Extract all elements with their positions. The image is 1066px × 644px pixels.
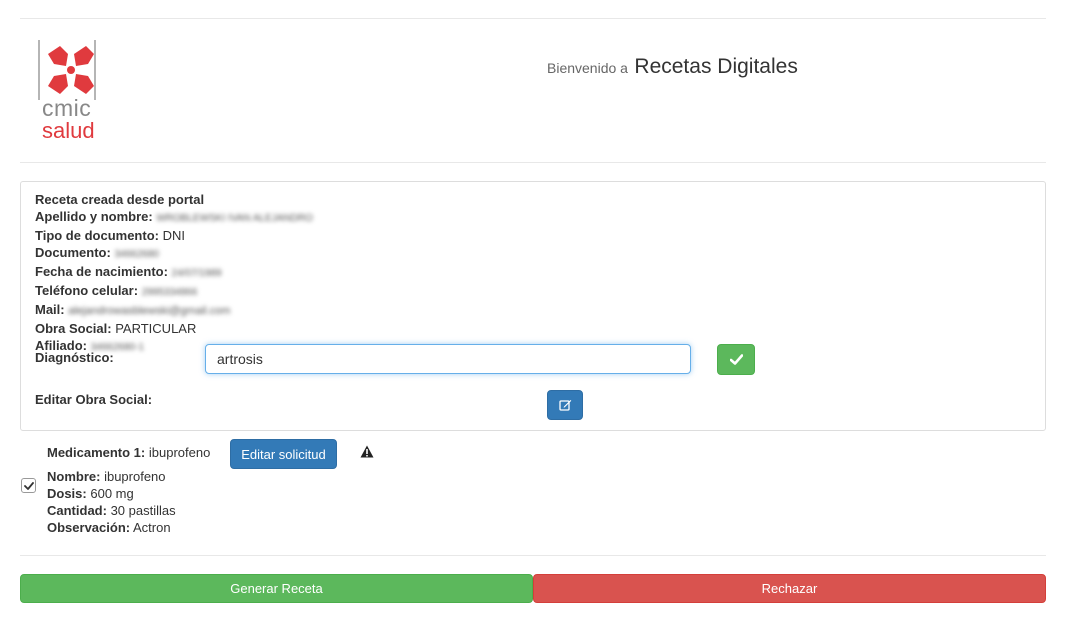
detail-label: Dosis: bbox=[47, 486, 87, 501]
patient-panel: Receta creada desde portal Apellido y no… bbox=[20, 181, 1046, 431]
cmic-salud-logo: cmic salud bbox=[38, 40, 120, 142]
field-value: PARTICULAR bbox=[115, 321, 197, 336]
top-divider bbox=[20, 18, 1046, 19]
field-label: Tipo de documento: bbox=[35, 228, 159, 243]
check-icon bbox=[729, 354, 743, 365]
field-label: Apellido y nombre: bbox=[35, 209, 153, 224]
medication-checkbox[interactable] bbox=[21, 478, 36, 493]
field-label: Obra Social: bbox=[35, 321, 112, 336]
edit-obra-social-button[interactable] bbox=[547, 390, 583, 420]
detail-label: Cantidad: bbox=[47, 503, 107, 518]
mail-row: Mail: alejandrowasblewski@gmail.com bbox=[35, 301, 313, 320]
checkmark-icon bbox=[23, 481, 34, 490]
origin-label: Receta creada desde portal bbox=[35, 192, 205, 207]
detail-label: Observación: bbox=[47, 520, 131, 535]
doc-type-row: Tipo de documento: DNI bbox=[35, 227, 313, 244]
medication-header: Medicamento 1: ibuprofeno bbox=[47, 445, 210, 460]
diagnosis-input[interactable] bbox=[205, 344, 691, 374]
field-label: Teléfono celular: bbox=[35, 283, 139, 298]
detail-value: Actron bbox=[133, 520, 171, 535]
edit-request-button[interactable]: Editar solicitud bbox=[230, 439, 337, 469]
generate-prescription-button[interactable]: Generar Receta bbox=[20, 574, 533, 603]
header-divider bbox=[20, 162, 1046, 163]
detail-label: Nombre: bbox=[47, 469, 101, 484]
app-title: Recetas Digitales bbox=[634, 55, 798, 78]
field-value: DNI bbox=[162, 228, 185, 243]
medication-header-label: Medicamento 1: bbox=[47, 445, 146, 460]
document-row: Documento: 34662680 bbox=[35, 244, 313, 263]
phone-row: Teléfono celular: 2995334866 bbox=[35, 282, 313, 301]
medication-dose-row: Dosis: 600 mg bbox=[47, 486, 134, 501]
welcome-prefix: Bienvenido a bbox=[547, 60, 628, 76]
field-label: Mail: bbox=[35, 302, 65, 317]
welcome-heading: Bienvenido a Recetas Digitales bbox=[547, 55, 798, 79]
obra-social-row: Obra Social: PARTICULAR bbox=[35, 320, 313, 337]
edit-obra-social-label: Editar Obra Social: bbox=[35, 392, 153, 407]
field-value: 2995334866 bbox=[141, 287, 198, 298]
medication-header-value: ibuprofeno bbox=[148, 445, 211, 460]
patient-info: Receta creada desde portal Apellido y no… bbox=[35, 191, 313, 356]
logo-text-cmic: cmic bbox=[42, 95, 92, 121]
detail-value: ibuprofeno bbox=[104, 469, 166, 484]
detail-value: 30 pastillas bbox=[110, 503, 176, 518]
logo-text-salud: salud bbox=[42, 118, 95, 143]
medication-name-row: Nombre: ibuprofeno bbox=[47, 469, 166, 484]
field-value: 34662680 bbox=[114, 249, 159, 260]
logo-flower-icon bbox=[48, 46, 94, 94]
edit-icon bbox=[558, 400, 571, 411]
field-value: 24/07/1989 bbox=[171, 268, 222, 279]
confirm-diagnosis-button[interactable] bbox=[717, 344, 755, 375]
diagnosis-label: Diagnóstico: bbox=[35, 350, 114, 365]
field-label: Fecha de nacimiento: bbox=[35, 264, 168, 279]
field-value: alejandrowasblewski@gmail.com bbox=[68, 305, 231, 317]
field-value: WROBLEWSKI IVAN ALEJANDRO bbox=[156, 213, 313, 224]
reject-button[interactable]: Rechazar bbox=[533, 574, 1046, 603]
detail-value: 600 mg bbox=[90, 486, 134, 501]
medication-quantity-row: Cantidad: 30 pastillas bbox=[47, 503, 176, 518]
warning-icon bbox=[360, 445, 374, 458]
birthdate-row: Fecha de nacimiento: 24/07/1989 bbox=[35, 263, 313, 282]
field-label: Documento: bbox=[35, 245, 111, 260]
footer-divider bbox=[20, 555, 1046, 556]
patient-name-row: Apellido y nombre: WROBLEWSKI IVAN ALEJA… bbox=[35, 208, 313, 227]
medication-observation-row: Observación: Actron bbox=[47, 520, 171, 535]
